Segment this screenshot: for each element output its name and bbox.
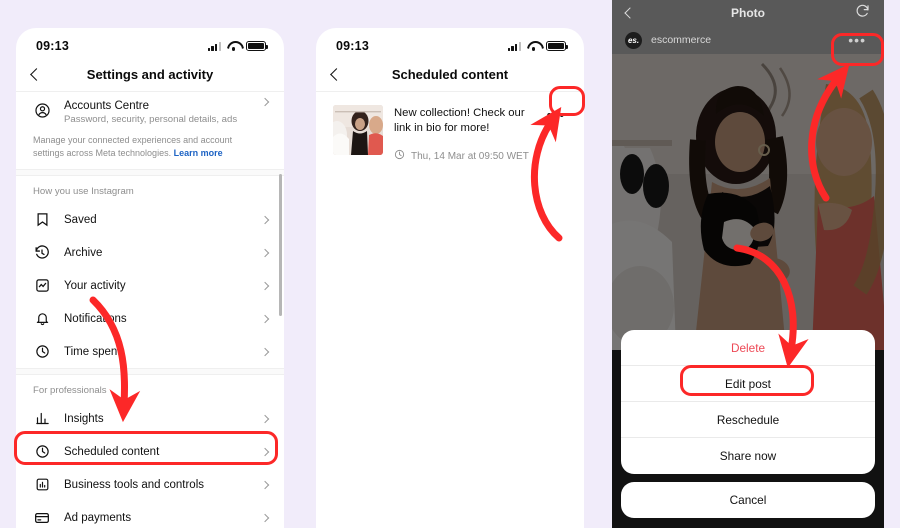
chevron-right-icon [260,215,270,224]
bar-chart-icon [33,410,51,428]
chevron-right-icon [260,248,270,257]
sidebar-item-label: Scheduled content [64,445,160,458]
chevron-right-icon [260,480,270,489]
battery-icon [546,41,568,51]
battery-icon [246,41,268,51]
post-schedule-time: Thu, 14 Mar at 09:50 WET [411,150,529,162]
sidebar-item-label: Archive [64,246,103,259]
sidebar-item-ad-payments[interactable]: Ad payments [16,501,284,528]
page-title: Settings and activity [86,67,214,82]
group-header-how-you-use: How you use Instagram [33,186,134,197]
account-circle-icon [33,101,51,119]
status-bar: 09:13 [16,28,284,58]
sidebar-item-scheduled-content[interactable]: Scheduled content [16,435,284,468]
sidebar-item-label: Business tools and controls [64,478,204,491]
bell-icon [33,310,51,328]
photo-preview [612,54,884,350]
sidebar-item-insights[interactable]: Insights [16,402,284,435]
clock-icon [33,443,51,461]
chevron-right-icon [260,447,270,456]
phone-panel-settings: 09:13 Settings and activity Accounts Cen… [16,28,284,528]
scheduled-post-card[interactable]: New collection! Check our link in bio fo… [316,92,584,165]
action-delete[interactable]: Delete [621,330,875,366]
chevron-right-icon [260,414,270,423]
sidebar-item-archive[interactable]: Archive [16,236,284,269]
phone-panel-photo-actions: Photo es. escommerce ••• Delete Edit pos… [612,0,884,528]
signal-icon [207,41,221,51]
action-share-now[interactable]: Share now [621,438,875,474]
status-time: 09:13 [36,39,69,53]
sidebar-item-notifications[interactable]: Notifications [16,302,284,335]
action-sheet-list: Delete Edit post Reschedule Share now [621,330,875,474]
learn-more-link[interactable]: Learn more [174,148,223,158]
avatar: es. [625,31,642,49]
post-schedule: Thu, 14 Mar at 09:50 WET [394,147,531,165]
nav-bar: Settings and activity [16,58,284,92]
phone-panel-scheduled-content: 09:13 Scheduled content New collection! … [316,28,584,528]
sidebar-item-accounts-centre[interactable]: Accounts Centre Password, security, pers… [16,92,284,132]
accounts-centre-subtitle: Password, security, personal details, ad… [64,114,238,125]
page-title: Scheduled content [391,67,509,82]
action-sheet: Delete Edit post Reschedule Share now Ca… [621,330,875,518]
accounts-centre-title: Accounts Centre [64,100,150,112]
photo-dim-overlay [612,54,884,350]
post-more-button[interactable]: ••• [542,105,570,127]
settings-list: Accounts Centre Password, security, pers… [16,92,284,528]
status-time: 09:13 [336,39,369,53]
chevron-right-icon [260,347,270,356]
activity-chart-icon [33,277,51,295]
photo-header: Photo es. escommerce ••• [612,0,884,54]
nav-bar: Scheduled content [316,58,584,92]
action-reschedule[interactable]: Reschedule [621,402,875,438]
post-thumbnail [333,105,383,155]
screenshot-stage: 09:13 Settings and activity Accounts Cen… [0,0,900,528]
wifi-icon [227,41,240,51]
meta-note: Manage your connected experiences and ac… [16,132,284,169]
sidebar-item-business-tools[interactable]: Business tools and controls [16,468,284,501]
chevron-right-icon [260,513,270,522]
sidebar-item-label: Notifications [64,312,127,325]
clock-icon [394,147,405,165]
status-bar: 09:13 [316,28,584,58]
sidebar-item-label: Ad payments [64,511,132,524]
sidebar-item-label: Insights [64,412,104,425]
signal-icon [507,41,521,51]
sidebar-item-label: Saved [64,213,97,226]
chevron-right-icon [260,281,270,290]
sidebar-item-label: Your activity [64,279,126,292]
group-header-for-professionals: For professionals [33,385,107,396]
chart-box-icon [33,476,51,494]
status-icons [507,41,568,51]
sidebar-item-label: Time spent [64,345,121,358]
status-icons [207,41,268,51]
bookmark-icon [33,211,51,229]
post-caption: New collection! Check our link in bio fo… [394,107,525,134]
sidebar-item-saved[interactable]: Saved [16,203,284,236]
chevron-right-icon [260,97,270,107]
username: escommerce [651,34,712,46]
chevron-left-icon[interactable] [330,68,343,81]
chevron-right-icon [260,314,270,323]
clock-icon [33,343,51,361]
credit-card-icon [33,509,51,527]
scrollbar[interactable] [279,174,282,316]
sidebar-item-time-spent[interactable]: Time spent [16,335,284,368]
post-body: New collection! Check our link in bio fo… [394,105,531,165]
archive-clock-icon [33,244,51,262]
chevron-left-icon[interactable] [30,68,43,81]
action-cancel[interactable]: Cancel [621,482,875,518]
wifi-icon [527,41,540,51]
post-author-row: es. escommerce ••• [612,26,884,54]
action-edit-post[interactable]: Edit post [621,366,875,402]
section-divider [16,169,284,176]
nav-bar: Photo [612,0,884,26]
section-divider [16,368,284,375]
page-title: Photo [731,6,765,20]
sidebar-item-your-activity[interactable]: Your activity [16,269,284,302]
